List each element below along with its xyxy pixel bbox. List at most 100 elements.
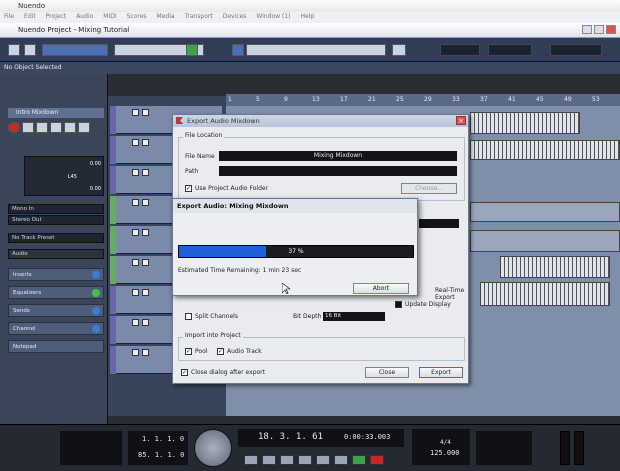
audio-event[interactable] [470,230,620,252]
record-enable-icon[interactable] [8,122,20,133]
menu-item-media[interactable]: Media [157,13,175,22]
inserts-bypass-icon[interactable] [92,271,100,279]
marker-panel[interactable] [476,431,532,465]
update-display-checkbox[interactable] [395,301,402,308]
output-routing[interactable]: Stereo Out [8,215,104,225]
solo-icon[interactable] [142,139,149,146]
track-preset-select[interactable]: No Track Preset [8,233,104,243]
split-channels-checkbox[interactable] [185,313,192,320]
audio-event[interactable] [470,112,580,134]
file-name-field[interactable]: Mixing Mixdown [219,151,457,161]
left-locator[interactable]: 1. 1. 1. 0 [142,435,184,443]
end-button[interactable] [298,455,312,465]
audio-event[interactable] [480,282,610,306]
sends-bypass-icon[interactable] [92,307,100,315]
monitor-icon[interactable] [22,122,34,133]
bit-depth-select[interactable]: 16 Bit [323,312,385,321]
return-to-zero-button[interactable] [244,455,258,465]
abort-button[interactable]: Abort [353,283,409,294]
menu-item-audio[interactable]: Audio [76,13,93,22]
mute-icon[interactable] [132,319,139,326]
info-line-toggle-button[interactable] [24,44,36,56]
choose-button[interactable]: Choose... [401,183,457,194]
eq-bypass-icon[interactable] [92,289,100,297]
inspector-section-channel[interactable]: Channel [8,322,104,335]
mute-icon[interactable] [132,259,139,266]
position-time[interactable]: 0:00:33.003 [344,433,390,441]
menu-item-transport[interactable]: Transport [185,13,213,22]
shuttle-jog-wheel[interactable] [194,429,232,467]
audio-track-checkbox[interactable]: ✓ [217,348,224,355]
audio-event[interactable] [500,256,610,278]
audio-event[interactable] [470,202,620,222]
pool-checkbox[interactable]: ✓ [185,348,192,355]
inspector-section-equalizers[interactable]: Equalizers [8,286,104,299]
menu-item-project[interactable]: Project [46,13,67,22]
cycle-button[interactable] [316,455,330,465]
solo-icon[interactable] [142,199,149,206]
inspector-section-audio[interactable]: Audio [8,249,104,259]
mute-icon[interactable] [132,139,139,146]
solo-icon[interactable] [50,122,62,133]
inspector-section-inserts[interactable]: Inserts [8,268,104,281]
solo-icon[interactable] [142,259,149,266]
mute-icon[interactable] [132,289,139,296]
solo-icon[interactable] [142,229,149,236]
solo-icon[interactable] [142,289,149,296]
channel-bypass-icon[interactable] [92,325,100,333]
solo-icon[interactable] [142,349,149,356]
right-locator[interactable]: 85. 1. 1. 0 [138,451,184,459]
menu-item-help[interactable]: Help [300,13,314,22]
write-icon[interactable] [78,122,90,133]
file-type-select[interactable] [419,219,459,228]
stop-button[interactable] [334,455,348,465]
menu-item-scores[interactable]: Scores [127,13,147,22]
volume-pan-area[interactable]: 0.00 L45 0.00 [24,156,104,196]
play-button[interactable] [352,455,366,465]
quantize-select[interactable] [488,44,532,56]
read-icon[interactable] [64,122,76,133]
inspector-section-sends[interactable]: Sends [8,304,104,317]
solo-icon[interactable] [142,169,149,176]
rewind-button[interactable] [262,455,276,465]
forward-button[interactable] [280,455,294,465]
record-button[interactable] [370,455,384,465]
mute-icon[interactable] [36,122,48,133]
solo-icon[interactable] [142,109,149,116]
menu-item-midi[interactable]: MIDI [103,13,116,22]
inspector-section-notepad[interactable]: Notepad [8,340,104,353]
timeline-ruler[interactable]: 1 5 9 13 17 21 25 29 33 37 41 45 49 53 [226,94,620,106]
mute-icon[interactable] [132,199,139,206]
play-mini-button[interactable] [186,44,198,56]
maximize-icon[interactable] [594,25,604,34]
dialog-close-icon[interactable]: × [456,116,466,125]
audio-event[interactable] [470,140,620,160]
object-selection-tool-icon[interactable] [232,44,244,56]
menu-item-edit[interactable]: Edit [24,13,36,22]
time-signature[interactable]: 4/4 [440,439,451,446]
view-options-group[interactable] [42,44,108,56]
inspector-track-name[interactable]: Intro Mixdown [8,108,104,118]
minimize-icon[interactable] [582,25,592,34]
close-button[interactable]: Close [365,367,409,378]
path-field[interactable] [219,166,457,176]
close-after-export-checkbox[interactable]: ✓ [181,369,188,376]
color-select[interactable] [550,44,602,56]
close-icon[interactable] [606,25,616,34]
mute-icon[interactable] [132,109,139,116]
mute-icon[interactable] [132,229,139,236]
grid-type-select[interactable] [440,44,480,56]
use-project-folder-checkbox[interactable]: ✓ [185,185,192,192]
menu-item-window[interactable]: Window (1) [256,13,290,22]
tempo-value[interactable]: 125.000 [430,449,460,457]
export-button[interactable]: Export [419,367,463,378]
menu-item-devices[interactable]: Devices [223,13,247,22]
position-bars[interactable]: 18. 3. 1. 61 [258,432,323,442]
input-routing[interactable]: Mono In [8,204,104,214]
snap-button[interactable] [392,44,406,56]
menu-item-file[interactable]: File [4,13,14,22]
mute-icon[interactable] [132,169,139,176]
tool-buttons-group[interactable] [246,44,386,56]
solo-icon[interactable] [142,319,149,326]
inspector-toggle-button[interactable] [8,44,20,56]
